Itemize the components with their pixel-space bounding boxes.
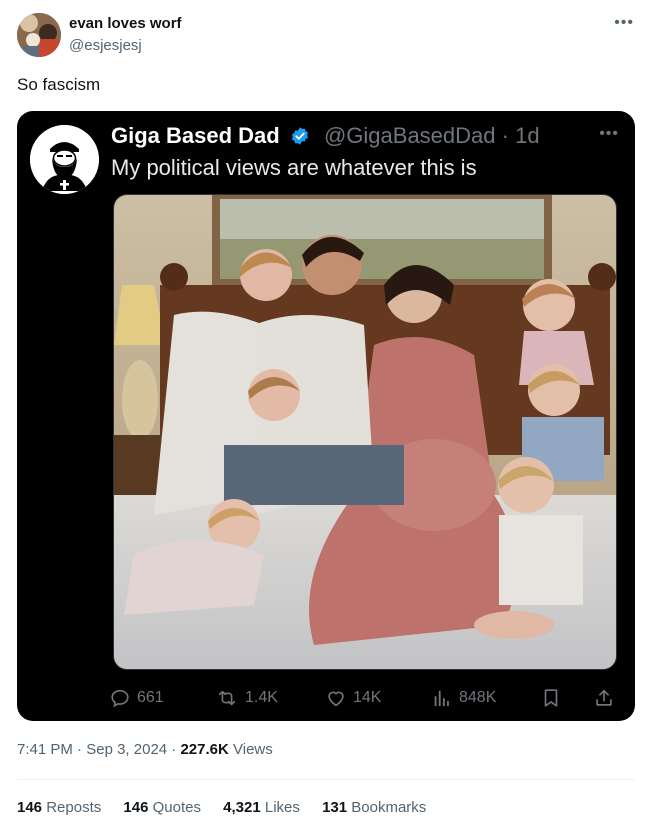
quotes-stat[interactable]: 146 Quotes bbox=[123, 799, 205, 816]
quotes-count: 146 bbox=[123, 799, 149, 816]
dot-separator: · bbox=[77, 741, 83, 758]
heart-icon bbox=[328, 691, 344, 707]
bookmarks-label: Bookmarks bbox=[351, 799, 427, 816]
tweet-text: So fascism bbox=[17, 75, 101, 94]
embedded-author-handle: @GigaBasedDad bbox=[323, 123, 496, 148]
embedded-post-image[interactable]: Giga Based Dad @GigaBasedDad · 1d ••• My… bbox=[17, 111, 635, 721]
share-action bbox=[593, 687, 615, 709]
reposts-stat[interactable]: 146 Reposts bbox=[17, 799, 105, 816]
views-label: Views bbox=[233, 741, 273, 758]
meta-separator: · bbox=[501, 123, 509, 148]
author-avatar[interactable] bbox=[17, 13, 61, 57]
likes-stat[interactable]: 4,321 Likes bbox=[223, 799, 304, 816]
repost-icon bbox=[218, 690, 236, 706]
likes-count: 4,321 bbox=[223, 799, 261, 816]
post-age: 1d bbox=[515, 123, 540, 148]
author-handle[interactable]: @esjesjesj bbox=[69, 37, 142, 54]
bookmarks-count: 131 bbox=[322, 799, 348, 816]
share-icon bbox=[596, 689, 612, 706]
more-options-icon[interactable]: ••• bbox=[614, 14, 634, 32]
verified-badge-icon bbox=[290, 126, 310, 152]
embedded-post-text: My political views are whatever this is bbox=[111, 155, 477, 180]
views-action: 848K bbox=[431, 687, 496, 709]
views-count: 227.6K bbox=[180, 741, 229, 758]
embedded-more-icon: ••• bbox=[599, 125, 619, 142]
reposts-count: 146 bbox=[17, 799, 43, 816]
bookmarks-stat[interactable]: 131 Bookmarks bbox=[322, 799, 426, 816]
repost-action: 1.4K bbox=[215, 687, 278, 709]
bookmark-action bbox=[540, 687, 562, 709]
like-count: 14K bbox=[353, 689, 382, 706]
like-action: 14K bbox=[325, 687, 381, 709]
bearded-man-icon bbox=[30, 125, 99, 194]
dot-separator: · bbox=[171, 741, 177, 758]
views-count: 848K bbox=[459, 689, 497, 706]
reply-icon bbox=[111, 689, 129, 708]
embedded-action-bar: 661 1.4K 14K 848K bbox=[17, 681, 635, 715]
analytics-icon bbox=[434, 690, 449, 707]
family-painting-image bbox=[113, 194, 617, 670]
likes-label: Likes bbox=[264, 799, 300, 816]
repost-count: 1.4K bbox=[245, 689, 278, 706]
reposts-label: Reposts bbox=[46, 799, 102, 816]
author-name[interactable]: evan loves worf bbox=[69, 15, 182, 32]
bookmark-icon bbox=[544, 689, 558, 707]
post-time[interactable]: 7:41 PM bbox=[17, 741, 73, 758]
embedded-author-line: Giga Based Dad @GigaBasedDad · 1d bbox=[111, 123, 540, 152]
embedded-avatar bbox=[30, 125, 99, 194]
quotes-label: Quotes bbox=[152, 799, 201, 816]
reply-action: 661 bbox=[109, 687, 164, 709]
divider bbox=[17, 779, 635, 780]
reply-count: 661 bbox=[137, 689, 164, 706]
post-timestamp[interactable]: 7:41 PM · Sep 3, 2024 · 227.6K Views bbox=[17, 741, 273, 758]
engagement-stats: 146 Reposts 146 Quotes 4,321 Likes 131 B… bbox=[17, 799, 444, 816]
post-date[interactable]: Sep 3, 2024 bbox=[86, 741, 167, 758]
embedded-author-name: Giga Based Dad bbox=[111, 123, 280, 148]
